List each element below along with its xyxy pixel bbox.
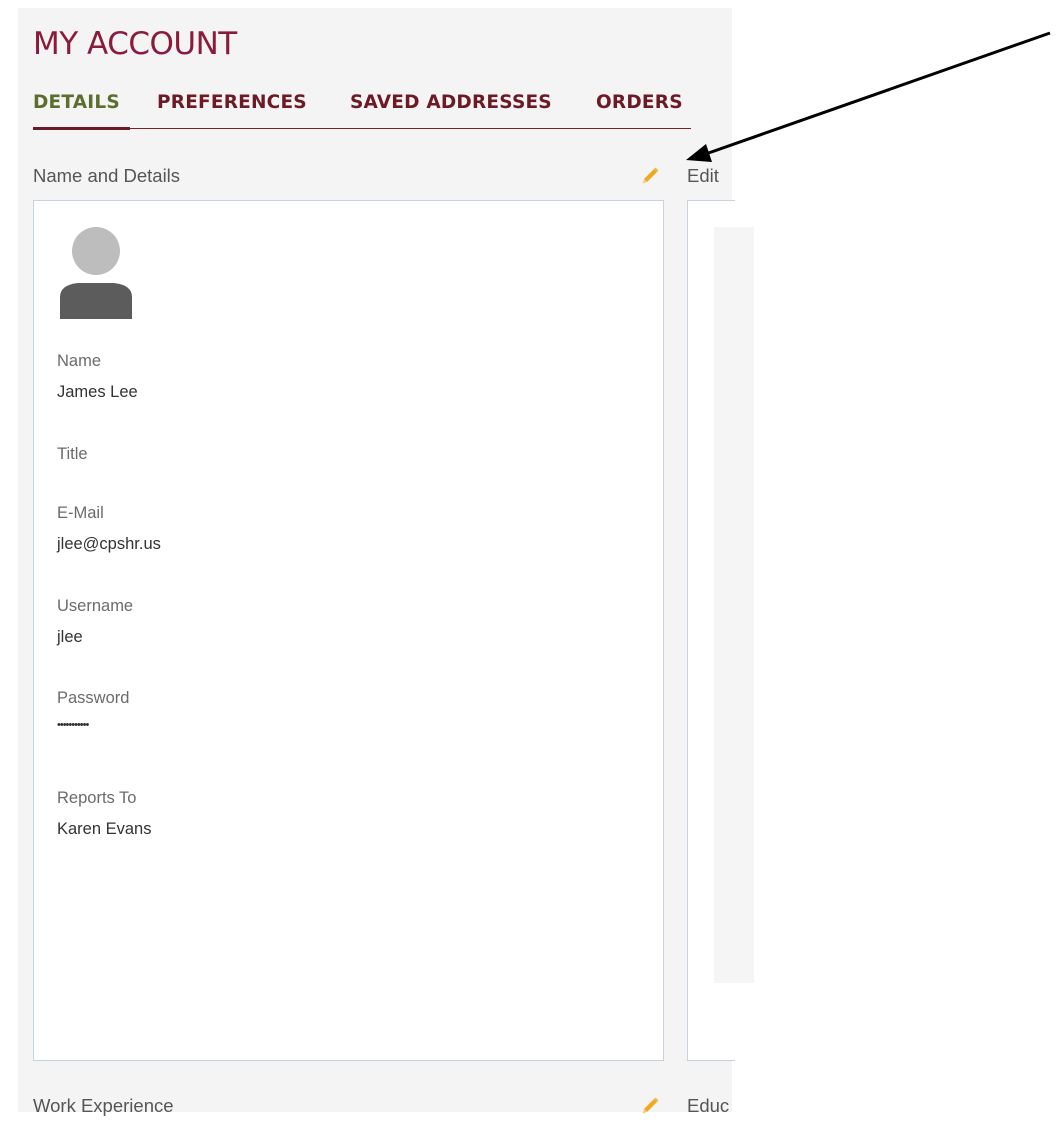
edit-work-experience-button[interactable] xyxy=(638,1093,662,1117)
username-value: jlee xyxy=(57,628,83,646)
account-page: MY ACCOUNT DETAILS PREFERENCES SAVED ADD… xyxy=(18,8,754,1116)
username-label: Username xyxy=(57,597,134,615)
user-avatar-icon xyxy=(60,227,132,319)
name-label: Name xyxy=(57,352,102,370)
education-heading: Educ xyxy=(687,1095,730,1116)
page-title: MY ACCOUNT xyxy=(33,26,237,62)
edit-panel-card xyxy=(687,200,754,1061)
name-details-card: Name James Lee Title E-Mail jlee@cpshr.u… xyxy=(33,200,664,1061)
account-tabs: DETAILS PREFERENCES SAVED ADDRESSES ORDE… xyxy=(33,90,691,130)
tab-saved-addresses[interactable]: SAVED ADDRESSES xyxy=(350,92,552,113)
name-value: James Lee xyxy=(57,383,138,401)
tab-orders[interactable]: ORDERS xyxy=(596,92,683,113)
title-label: Title xyxy=(57,445,88,463)
edit-name-details-button[interactable] xyxy=(638,163,662,187)
password-value: ••••••••••• xyxy=(57,719,89,731)
edit-panel-content xyxy=(714,227,754,983)
pencil-icon xyxy=(642,1097,659,1114)
work-experience-heading: Work Experience xyxy=(33,1095,174,1116)
edit-panel-heading: Edit xyxy=(687,165,719,186)
email-label: E-Mail xyxy=(57,504,104,522)
tab-details[interactable]: DETAILS xyxy=(33,92,120,113)
name-details-heading: Name and Details xyxy=(33,165,181,186)
reports-to-value: Karen Evans xyxy=(57,820,152,838)
password-label: Password xyxy=(57,689,130,707)
pencil-icon xyxy=(642,167,659,184)
email-value: jlee@cpshr.us xyxy=(57,535,161,553)
reports-to-label: Reports To xyxy=(57,789,137,807)
active-tab-indicator xyxy=(33,127,130,130)
tab-preferences[interactable]: PREFERENCES xyxy=(157,92,307,113)
